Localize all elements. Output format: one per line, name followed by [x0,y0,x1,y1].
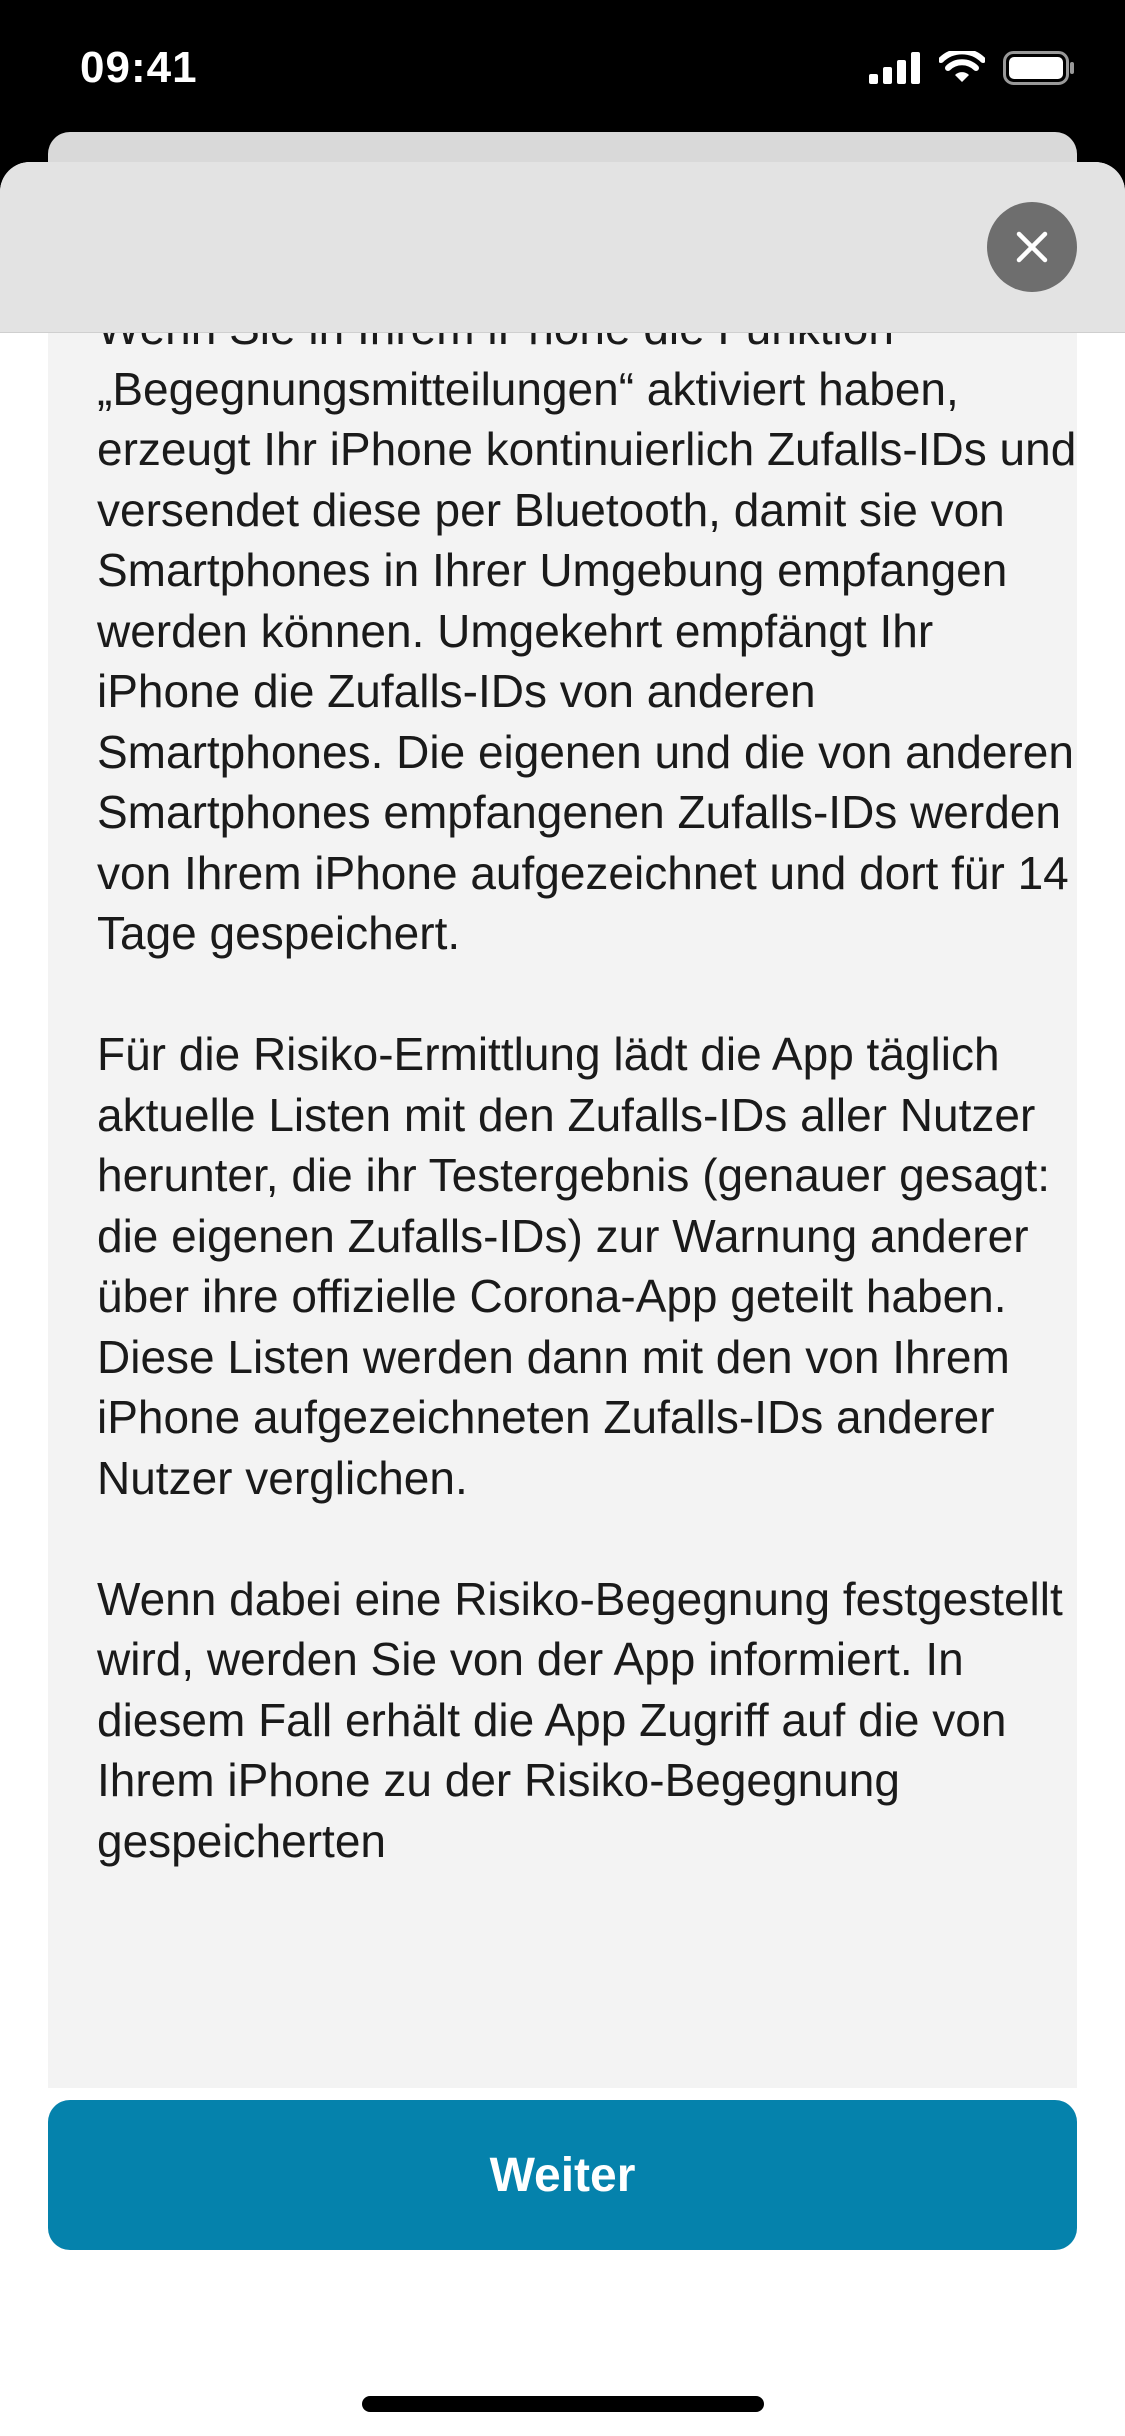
close-icon [1016,231,1048,263]
status-bar: 09:41 [0,0,1125,132]
modal-sheet: Wenn Sie in Ihrem iPhone die Funktion „B… [0,162,1125,2436]
status-time: 09:41 [80,43,198,92]
wifi-icon [939,51,985,82]
footer: Weiter [0,2088,1125,2436]
content-scroll-area[interactable]: Wenn Sie in Ihrem iPhone die Funktion „B… [48,162,1077,2088]
sheet-header [0,162,1125,333]
close-button[interactable] [987,202,1077,292]
signal-icon [869,52,920,84]
home-indicator[interactable] [362,2396,764,2412]
body-paragraph: Für die Risiko-Ermittlung lädt die App t… [97,1028,1050,1504]
body-text: Wenn Sie in Ihrem iPhone die Funktion „B… [97,298,1077,1932]
body-paragraph: Wenn dabei eine Risiko-Begegnung festges… [97,1572,1063,1867]
continue-button[interactable]: Weiter [48,2100,1077,2250]
body-paragraph: Wenn Sie in Ihrem iPhone die Funktion „B… [97,302,1077,959]
status-icons [869,48,1075,88]
battery-icon [1003,51,1074,85]
screen: 09:41 Wenn Sie in Ihrem iP [0,0,1125,2436]
